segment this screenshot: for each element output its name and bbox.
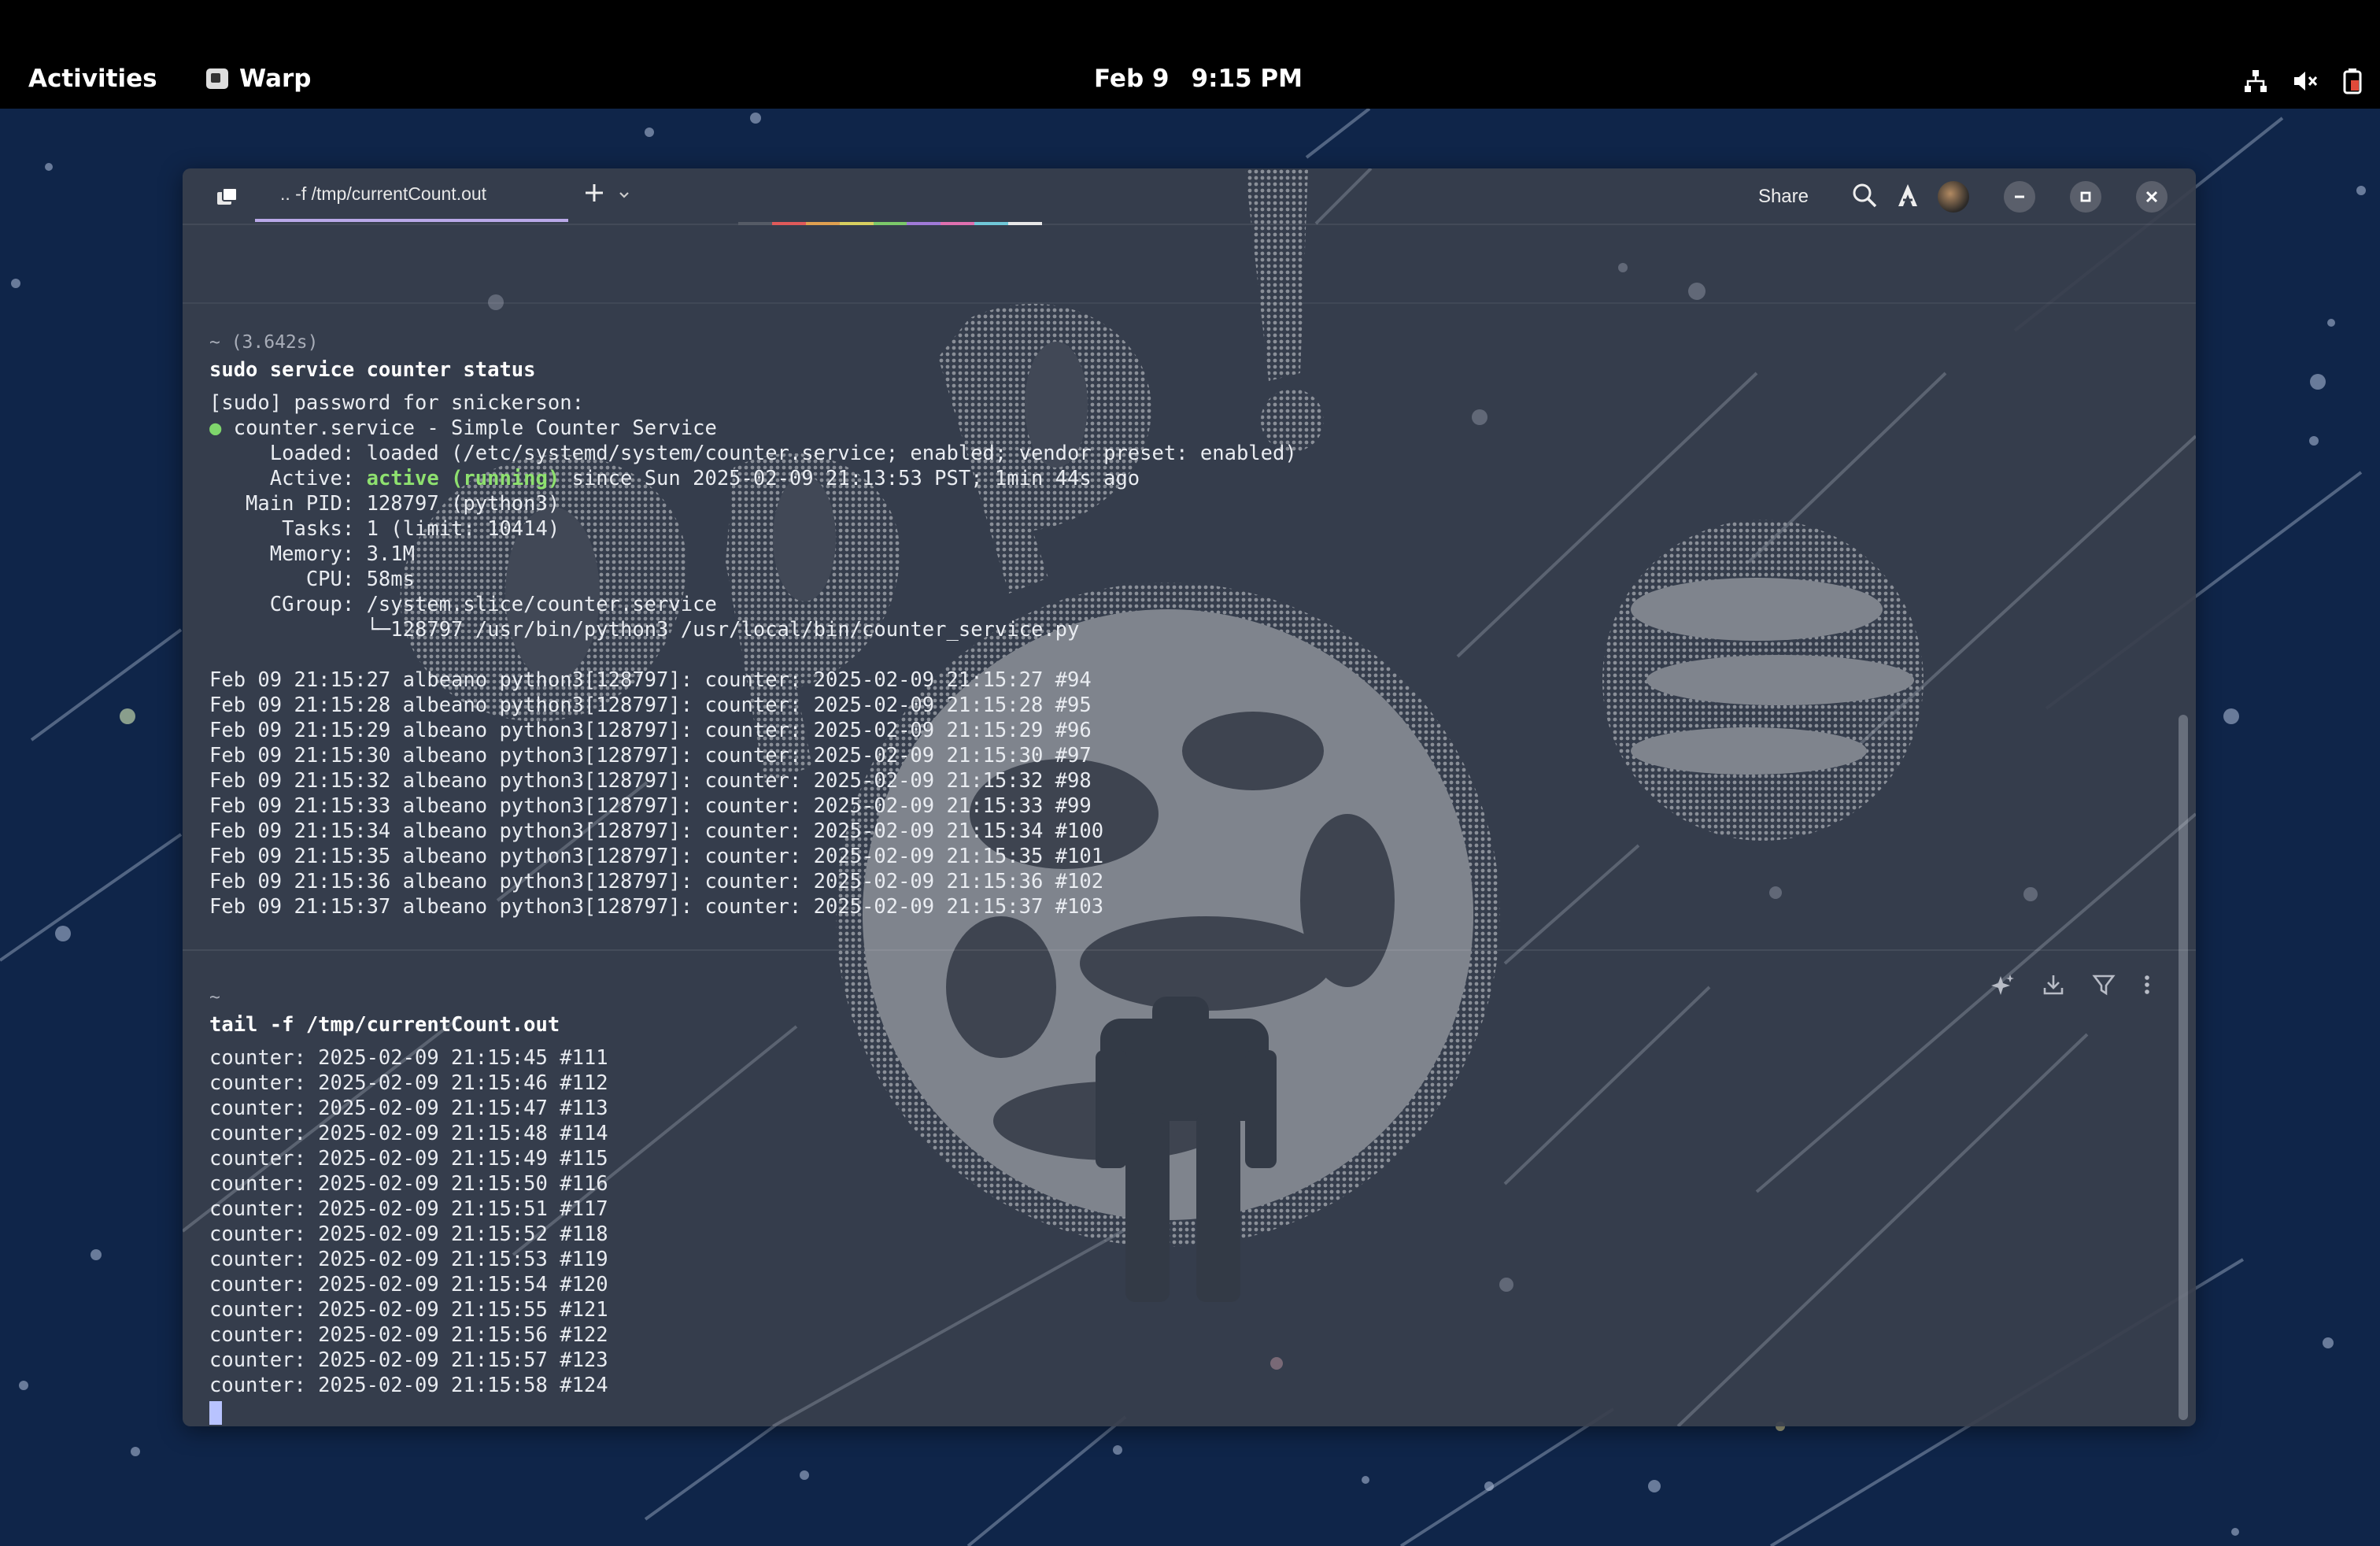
output-line: counter: 2025-02-09 21:15:52 #118 (209, 1222, 608, 1246)
log-line: Feb 09 21:15:33 albeano python3[128797]:… (209, 794, 1092, 818)
block-command: sudo service counter status (209, 358, 536, 382)
clock-time: 9:15 PM (1191, 65, 1303, 93)
log-line: Feb 09 21:15:36 albeano python3[128797]:… (209, 870, 1104, 893)
output-line: counter: 2025-02-09 21:15:49 #115 (209, 1147, 608, 1171)
network-icon[interactable] (2243, 68, 2268, 94)
output-line: Main PID: 128797 (python3) (209, 492, 560, 516)
minimize-icon[interactable] (2004, 181, 2035, 213)
window-controls: Share (1758, 181, 2168, 213)
block-meta: ~ (209, 987, 220, 1008)
block-divider (183, 949, 2196, 951)
output-line: Active: active (running) since Sun 2025-… (209, 466, 1297, 491)
download-icon[interactable] (2042, 973, 2065, 997)
new-tab-controls (584, 183, 630, 206)
block-meta: ~ (3.642s) (209, 332, 319, 353)
output-line: Tasks: 1 (limit: 10414) (209, 517, 560, 541)
service-name-line: counter.service - Simple Counter Service (221, 416, 717, 440)
output-line: counter: 2025-02-09 21:15:55 #121 (209, 1298, 608, 1322)
log-line: Feb 09 21:15:28 albeano python3[128797]:… (209, 693, 1092, 717)
output-line: counter: 2025-02-09 21:15:53 #119 (209, 1248, 608, 1271)
clock-date: Feb 9 (1094, 65, 1170, 93)
log-line: Feb 09 21:15:35 albeano python3[128797]:… (209, 845, 1104, 868)
output-line: counter: 2025-02-09 21:15:56 #122 (209, 1323, 608, 1347)
app-menu[interactable]: Warp (206, 65, 312, 93)
output-line: CPU: 58ms (209, 568, 415, 591)
user-avatar[interactable] (1938, 181, 1969, 213)
log-line: Feb 09 21:15:30 albeano python3[128797]:… (209, 744, 1092, 767)
status-dot-icon: ● (209, 416, 222, 440)
output-line: counter: 2025-02-09 21:15:51 #117 (209, 1197, 608, 1221)
block-divider (183, 302, 2196, 304)
output-line: counter: 2025-02-09 21:15:45 #111 (209, 1046, 608, 1070)
warp-logo-icon[interactable] (1897, 183, 1919, 211)
battery-icon[interactable] (2342, 68, 2363, 94)
top-bar: Activities Warp Feb 9 9:15 PM (0, 0, 2380, 109)
log-line: Feb 09 21:15:27 albeano python3[128797]:… (209, 668, 1092, 692)
status-badge: active (running) (366, 467, 560, 490)
terminal-window: .. -f /tmp/currentCount.out Share ~ (3.6… (183, 168, 2196, 1426)
output-line: counter: 2025-02-09 21:15:48 #114 (209, 1122, 608, 1145)
active-label: Active: (209, 467, 367, 490)
tab-active[interactable]: .. -f /tmp/currentCount.out (255, 168, 568, 222)
terminal-cursor[interactable] (209, 1401, 222, 1425)
warp-tab-icon[interactable] (216, 187, 239, 209)
output-line: └─128797 /usr/bin/python3 /usr/local/bin… (209, 618, 1080, 642)
output-line: counter: 2025-02-09 21:15:57 #123 (209, 1348, 608, 1372)
output-line: Loaded: loaded (/etc/systemd/system/coun… (209, 442, 1297, 465)
output-line: counter: 2025-02-09 21:15:54 #120 (209, 1273, 608, 1296)
output-line: counter: 2025-02-09 21:15:58 #124 (209, 1374, 608, 1397)
output-line: counter: 2025-02-09 21:15:47 #113 (209, 1097, 608, 1120)
clock[interactable]: Feb 9 9:15 PM (1094, 65, 1303, 93)
system-tray[interactable] (2243, 68, 2363, 94)
output-line: [sudo] password for snickerson: (209, 391, 584, 415)
output-line: ● counter.service - Simple Counter Servi… (209, 416, 1297, 441)
maximize-icon[interactable] (2070, 181, 2101, 213)
command-block-status[interactable]: ~ (3.642s) sudo service counter status [… (209, 331, 1297, 919)
command-block-tail[interactable]: ~ tail -f /tmp/currentCount.out counter:… (209, 986, 608, 1425)
volume-muted-icon[interactable] (2292, 68, 2319, 94)
block-actions (1991, 973, 2152, 997)
sparkle-icon[interactable] (1991, 973, 2015, 997)
active-since: since Sun 2025-02-09 21:13:53 PST; 1min … (560, 467, 1140, 490)
terminal-input-line[interactable] (209, 1398, 608, 1425)
log-line: Feb 09 21:15:37 albeano python3[128797]:… (209, 895, 1104, 919)
output-line: Memory: 3.1M (209, 542, 415, 566)
block-output[interactable]: [sudo] password for snickerson: ● counter… (209, 390, 1297, 919)
block-command: tail -f /tmp/currentCount.out (209, 1013, 560, 1037)
log-line: Feb 09 21:15:29 albeano python3[128797]:… (209, 719, 1092, 742)
log-line: Feb 09 21:15:32 albeano python3[128797]:… (209, 769, 1092, 793)
tab-bar: .. -f /tmp/currentCount.out Share (183, 168, 2196, 225)
output-line: CGroup: /system.slice/counter.service (209, 593, 717, 616)
output-line: counter: 2025-02-09 21:15:46 #112 (209, 1071, 608, 1095)
close-icon[interactable] (2136, 181, 2168, 213)
app-name: Warp (239, 65, 312, 93)
filter-icon[interactable] (2092, 973, 2116, 997)
plus-icon[interactable] (584, 183, 604, 206)
block-output[interactable]: counter: 2025-02-09 21:15:45 #111 counter… (209, 1045, 608, 1425)
tab-color-strip (738, 222, 1043, 225)
warp-app-icon (206, 68, 228, 89)
search-icon[interactable] (1851, 182, 1878, 212)
more-vertical-icon[interactable] (2142, 973, 2152, 997)
share-button[interactable]: Share (1758, 186, 1809, 208)
log-line: Feb 09 21:15:34 albeano python3[128797]:… (209, 819, 1104, 843)
output-line: counter: 2025-02-09 21:15:50 #116 (209, 1172, 608, 1196)
chevron-down-icon[interactable] (619, 187, 630, 202)
activities-button[interactable]: Activities (28, 65, 157, 93)
scrollbar[interactable] (2179, 715, 2188, 1420)
